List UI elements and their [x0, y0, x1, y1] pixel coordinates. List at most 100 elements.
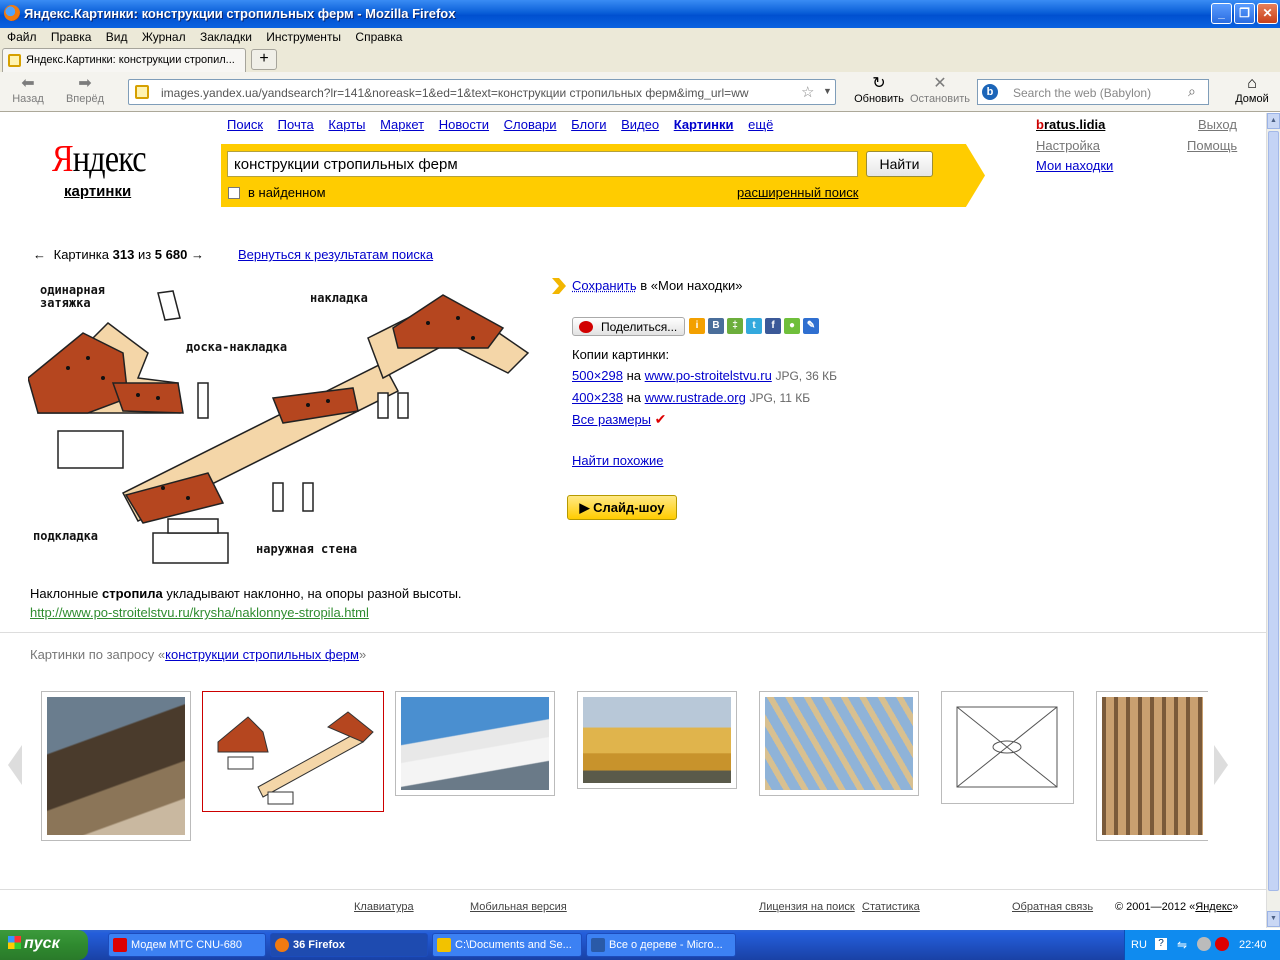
- thumbnail[interactable]: [41, 691, 191, 841]
- livejournal-icon[interactable]: ✎: [803, 318, 819, 334]
- scroll-up-arrow[interactable]: ▲: [1267, 113, 1280, 129]
- start-button[interactable]: пуск: [0, 930, 88, 960]
- service-search[interactable]: Поиск: [227, 117, 263, 132]
- minimize-button[interactable]: _: [1211, 3, 1232, 24]
- scroll-thumb[interactable]: [1268, 131, 1279, 891]
- main-image-rafter-diagram[interactable]: одинарная затяжка накладка доска-накладк…: [28, 283, 532, 573]
- tray-app-icon[interactable]: [1197, 937, 1211, 951]
- save-link[interactable]: Сохранить: [572, 278, 637, 293]
- source-url-link[interactable]: http://www.po-stroitelstvu.ru/krysha/nak…: [30, 605, 369, 620]
- moi-mir-icon[interactable]: ●: [784, 318, 800, 334]
- thumbnail[interactable]: [1096, 691, 1208, 841]
- footer-feedback-link[interactable]: Обратная связь: [1012, 901, 1093, 913]
- service-blogs[interactable]: Блоги: [571, 117, 606, 132]
- menu-bookmarks[interactable]: Закладки: [193, 28, 252, 44]
- menu-view[interactable]: Вид: [99, 28, 128, 44]
- maximize-button[interactable]: ❐: [1234, 3, 1255, 24]
- service-dictionaries[interactable]: Словари: [504, 117, 557, 132]
- language-indicator[interactable]: RU: [1131, 939, 1147, 951]
- facebook-icon[interactable]: f: [765, 318, 781, 334]
- related-suffix: »: [358, 647, 367, 662]
- scroll-down-arrow[interactable]: ▼: [1267, 911, 1280, 927]
- footer-license-link[interactable]: Лицензия на поиск: [759, 901, 855, 913]
- search-input[interactable]: конструкции стропильных ферм: [227, 151, 858, 177]
- all-sizes-link[interactable]: Все размеры: [572, 412, 651, 427]
- reload-button[interactable]: ↻ Обновить: [850, 74, 908, 105]
- menu-help[interactable]: Справка: [348, 28, 402, 44]
- service-news[interactable]: Новости: [439, 117, 489, 132]
- home-button[interactable]: ⌂ Домой: [1232, 74, 1272, 105]
- thumbnail[interactable]: [941, 691, 1074, 804]
- copyright-yandex-link[interactable]: Яндекс: [1195, 901, 1232, 913]
- thumbnail-image: [1102, 697, 1203, 835]
- service-maps[interactable]: Карты: [328, 117, 365, 132]
- taskbar-item-modem[interactable]: Модем МТС CNU-680: [108, 933, 266, 957]
- opera-tray-icon[interactable]: [1215, 937, 1229, 951]
- thumbnail[interactable]: [577, 691, 737, 789]
- address-bar[interactable]: images.yandex.ua/yandsearch?lr=141&norea…: [128, 79, 836, 105]
- service-mail[interactable]: Почта: [278, 117, 314, 132]
- advanced-search-link[interactable]: расширенный поиск: [737, 185, 858, 200]
- vertical-scrollbar[interactable]: ▲ ▼: [1266, 113, 1280, 928]
- help-tray-icon[interactable]: ?: [1155, 938, 1167, 950]
- stop-button[interactable]: ✕ Остановить: [908, 74, 972, 105]
- forward-button[interactable]: ➡ Вперёд: [60, 74, 110, 105]
- thumbnail[interactable]: [395, 691, 555, 796]
- search-in-found-checkbox[interactable]: [228, 187, 240, 199]
- copy-size-link[interactable]: 400×238: [572, 390, 623, 405]
- menu-file[interactable]: Файл: [0, 28, 37, 44]
- service-market[interactable]: Маркет: [380, 117, 424, 132]
- yandex-favicon-icon: [135, 85, 149, 99]
- prev-image-arrow[interactable]: ←: [33, 247, 46, 262]
- slideshow-button[interactable]: ▶ Слайд-шоу: [567, 495, 677, 520]
- service-images[interactable]: Картинки: [674, 117, 734, 132]
- images-service-link[interactable]: картинки: [64, 183, 131, 200]
- taskbar-item-explorer[interactable]: C:\Documents and Se...: [432, 933, 582, 957]
- my-finds-link[interactable]: Мои находки: [1036, 158, 1113, 173]
- copy-on: на: [626, 390, 642, 405]
- back-to-results-link[interactable]: Вернуться к результатам поиска: [238, 247, 433, 262]
- logout-link[interactable]: Выход: [1198, 117, 1237, 132]
- search-button[interactable]: Найти: [866, 151, 933, 177]
- network-tray-icon[interactable]: ⇋: [1177, 938, 1187, 952]
- menu-history[interactable]: Журнал: [135, 28, 186, 44]
- menu-tools[interactable]: Инструменты: [259, 28, 341, 44]
- thumbnail-selected[interactable]: [202, 691, 384, 812]
- carousel-next-arrow[interactable]: [1214, 745, 1228, 785]
- footer-mobile-link[interactable]: Мобильная версия: [470, 901, 567, 913]
- taskbar-item-firefox[interactable]: 36 Firefox: [270, 933, 428, 957]
- next-image-arrow[interactable]: →: [191, 247, 204, 262]
- related-query-link[interactable]: конструкции стропильных ферм: [165, 647, 359, 662]
- new-tab-button[interactable]: +: [251, 49, 277, 70]
- copy-site-link[interactable]: www.po-stroitelstvu.ru: [645, 368, 772, 383]
- tab-yandex-images[interactable]: Яндекс.Картинки: конструкции стропил...: [2, 48, 246, 72]
- find-similar-link[interactable]: Найти похожие: [572, 453, 663, 468]
- taskbar-item-word[interactable]: Все о дереве - Micro...: [586, 933, 736, 957]
- odnoklassniki-icon[interactable]: i: [689, 318, 705, 334]
- thumbnail[interactable]: [759, 691, 919, 796]
- babylon-engine-icon[interactable]: b: [982, 84, 998, 100]
- copy-site-link[interactable]: www.rustrade.org: [645, 390, 746, 405]
- search-icon[interactable]: ⌕: [1188, 83, 1196, 100]
- home-icon: ⌂: [1247, 75, 1257, 92]
- twitter-icon[interactable]: t: [746, 318, 762, 334]
- people-icon[interactable]: ‡: [727, 318, 743, 334]
- close-button[interactable]: ✕: [1257, 3, 1278, 24]
- user-link[interactable]: bratus.lidia: [1036, 117, 1105, 132]
- carousel-prev-arrow[interactable]: [8, 745, 22, 785]
- service-more[interactable]: ещё: [748, 117, 773, 132]
- settings-link[interactable]: Настройка: [1036, 138, 1100, 153]
- share-button[interactable]: Поделиться...: [572, 317, 685, 336]
- back-button[interactable]: ⬅ Назад: [8, 74, 48, 105]
- menu-edit[interactable]: Правка: [44, 28, 92, 44]
- footer-keyboard-link[interactable]: Клавиатура: [354, 901, 414, 913]
- url-dropdown-icon[interactable]: ▼: [823, 86, 832, 96]
- service-video[interactable]: Видео: [621, 117, 659, 132]
- bookmark-star-icon[interactable]: ☆: [801, 83, 814, 101]
- copy-size-link[interactable]: 500×298: [572, 368, 623, 383]
- vkontakte-icon[interactable]: B: [708, 318, 724, 334]
- web-search-box[interactable]: b Search the web (Babylon) ⌕: [977, 79, 1209, 105]
- help-link[interactable]: Помощь: [1187, 138, 1237, 153]
- footer-stats-link[interactable]: Статистика: [862, 901, 920, 913]
- yandex-logo[interactable]: Яндекс: [52, 137, 147, 181]
